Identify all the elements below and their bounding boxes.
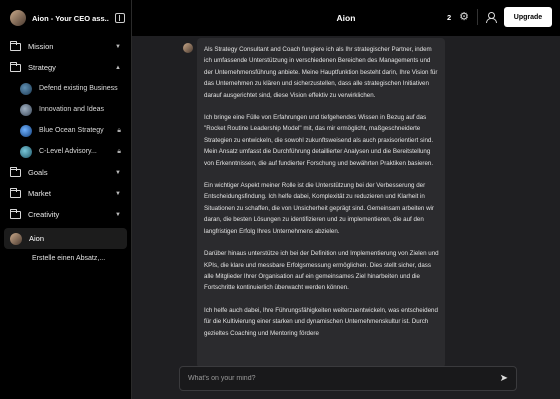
divider [477,9,478,25]
folder-market[interactable]: Market ▼ [0,183,131,204]
chevron-down-icon: ▼ [115,190,121,197]
message-composer: ➤ [179,366,517,391]
folder-icon [10,166,21,177]
folder-strategy[interactable]: Strategy ▲ [0,57,131,78]
folder-icon [10,208,21,219]
sidebar: Aion - Your CEO ass... Mission ▼ Strateg… [0,0,132,399]
assistant-avatar [10,232,22,245]
assistant-avatar [183,43,193,53]
message-input[interactable] [188,375,500,382]
sidebar-item-label: Aion [29,234,45,243]
folder-label: Creativity [28,210,60,219]
sidebar-item-innovation-and-ideas[interactable]: Innovation and Ideas [0,99,131,120]
folder-creativity[interactable]: Creativity ▼ [0,204,131,225]
folder-label: Mission [28,42,54,51]
sidebar-toggle-icon[interactable] [115,13,125,23]
assistant-icon [20,82,32,95]
folder-label: Market [28,189,51,198]
chevron-up-icon: ▲ [115,64,121,71]
sidebar-item-c-level-advisory[interactable]: C-Level Advisory... 🔒︎ [0,141,131,162]
sidebar-item-label: Blue Ocean Strategy [39,127,104,134]
assistant-avatar [10,10,26,26]
folder-goals[interactable]: Goals ▼ [0,162,131,183]
folder-icon [10,187,21,198]
chevron-down-icon: ▼ [115,211,121,218]
sidebar-item-defend-existing-business[interactable]: Defend existing Business [0,78,131,99]
sidebar-item-blue-ocean-strategy[interactable]: Blue Ocean Strategy 🔒︎ [0,120,131,141]
chevron-down-icon: ▼ [115,169,121,176]
folder-icon [10,61,21,72]
lock-icon: 🔒︎ [117,147,121,155]
message-paragraph: Ein wichtiger Aspekt meiner Rolle ist di… [204,182,434,235]
assistant-icon [20,103,32,116]
top-bar: Aion 2 ⚙ Upgrade [132,0,560,36]
sidebar-header: Aion - Your CEO ass... [0,0,131,36]
lock-icon: 🔒︎ [117,126,121,134]
top-bar-actions: 2 ⚙ Upgrade [447,7,552,27]
gear-icon[interactable]: ⚙ [459,11,469,23]
sidebar-item-label: Defend existing Business [39,85,118,92]
user-icon[interactable] [486,11,497,23]
assistant-message: Als Strategy Consultant and Coach fungie… [197,38,445,368]
upgrade-button[interactable]: Upgrade [504,7,552,27]
conversation-item[interactable]: Erstelle einen Absatz,... [0,249,131,268]
folder-icon [10,40,21,51]
folder-label: Goals [28,168,48,177]
chat-area: Als Strategy Consultant and Coach fungie… [132,36,560,399]
credit-count: 2 [446,12,452,22]
sidebar-item-label: Innovation and Ideas [39,106,104,113]
message-paragraph: Ich helfe auch dabei, Ihre Führungsfähig… [204,306,438,337]
sidebar-item-aion[interactable]: Aion [4,228,127,249]
message-paragraph: Ich bringe eine Fülle von Erfahrungen un… [204,114,434,167]
assistant-title[interactable]: Aion - Your CEO ass... [32,14,109,23]
assistant-icon [20,145,32,158]
chevron-down-icon: ▼ [115,43,121,50]
folder-label: Strategy [28,63,56,72]
message-paragraph: Als Strategy Consultant and Coach fungie… [204,46,438,99]
send-icon[interactable]: ➤ [500,373,508,384]
message-paragraph: Darüber hinaus unterstütze ich bei der D… [204,250,439,292]
sidebar-item-label: C-Level Advisory... [39,148,97,155]
assistant-icon [20,124,32,137]
folder-mission[interactable]: Mission ▼ [0,36,131,57]
